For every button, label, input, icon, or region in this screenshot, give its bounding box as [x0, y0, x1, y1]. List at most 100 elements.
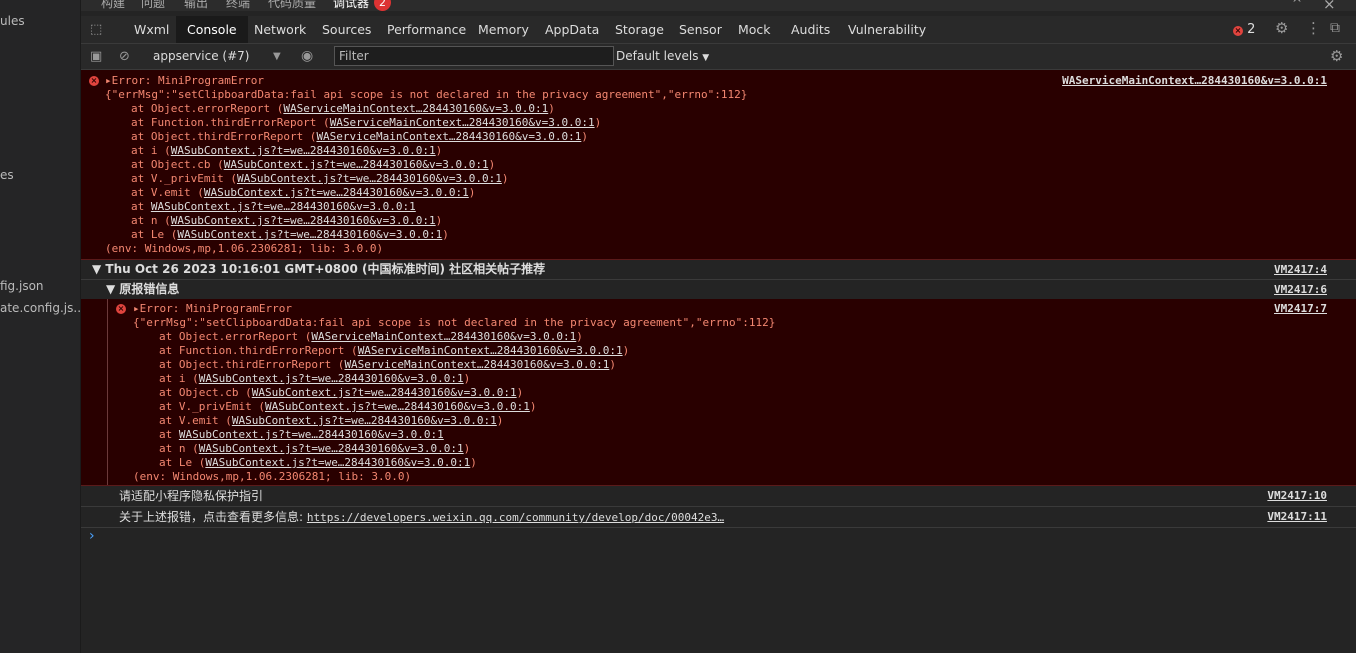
- stack-frame-link[interactable]: WASubContext.js?t=we…284430160&v=3.0.0:1: [199, 442, 464, 455]
- chevron-down-icon[interactable]: ▼: [273, 44, 281, 69]
- stack-frame-function: at Function.thirdErrorReport (: [131, 116, 330, 129]
- error-title[interactable]: ▸Error: MiniProgramError: [105, 74, 264, 88]
- devtools-tabbar: ⬚ Wxml Console Network Sources Performan…: [81, 16, 1356, 44]
- stack-frame: at Object.errorReport (WAServiceMainCont…: [131, 102, 555, 116]
- error-title[interactable]: ▸Error: MiniProgramError: [133, 302, 292, 316]
- stack-frame-link[interactable]: WASubContext.js?t=we…284430160&v=3.0.0:1: [177, 228, 442, 241]
- stack-frame: at Le (WASubContext.js?t=we…284430160&v=…: [131, 228, 449, 242]
- eye-icon[interactable]: ◉: [301, 44, 313, 69]
- stack-frame-link[interactable]: WAServiceMainContext…284430160&v=3.0.0:1: [283, 102, 548, 115]
- levels-select[interactable]: Default levels ▼: [616, 44, 709, 71]
- stack-frame-link[interactable]: WAServiceMainContext…284430160&v=3.0.0:1: [311, 330, 576, 343]
- tab-console[interactable]: Console: [176, 16, 248, 43]
- file-item[interactable]: ules: [0, 14, 25, 28]
- tab-memory[interactable]: Memory: [467, 16, 540, 43]
- stack-frame-end: ): [488, 158, 496, 171]
- stack-frame-link[interactable]: WASubContext.js?t=we…284430160&v=3.0.0:1: [179, 428, 444, 441]
- inspect-element-icon[interactable]: ⬚: [90, 16, 102, 43]
- tab-vulnerability[interactable]: Vulnerability: [837, 16, 937, 43]
- triangle-down-icon: ▼: [92, 262, 102, 276]
- clear-console-icon[interactable]: ⊘: [119, 44, 130, 69]
- console-settings-icon[interactable]: ⚙: [1330, 44, 1343, 69]
- error-icon: ×: [1233, 26, 1243, 36]
- file-item[interactable]: es: [0, 168, 14, 182]
- stack-frame-function: at V.emit (: [159, 414, 232, 427]
- tab-problems[interactable]: 问题: [141, 0, 165, 11]
- stack-frame-function: at V.emit (: [131, 186, 204, 199]
- source-link[interactable]: VM2417:4: [1274, 260, 1327, 279]
- stack-frame-function: at Object.errorReport (: [131, 102, 284, 115]
- stack-frame: at V._privEmit (WASubContext.js?t=we…284…: [159, 400, 537, 414]
- tab-performance[interactable]: Performance: [376, 16, 477, 43]
- filter-input[interactable]: [334, 46, 614, 66]
- stack-frame-link[interactable]: WAServiceMainContext…284430160&v=3.0.0:1: [358, 344, 623, 357]
- stack-frame-link[interactable]: WASubContext.js?t=we…284430160&v=3.0.0:1: [232, 414, 497, 427]
- source-link[interactable]: VM2417:10: [1267, 486, 1327, 506]
- stack-frame-link[interactable]: WASubContext.js?t=we…284430160&v=3.0.0:1: [171, 144, 436, 157]
- stack-frame-end: ): [594, 116, 602, 129]
- group-header[interactable]: ▼ 原报错信息 VM2417:6: [81, 280, 1356, 300]
- sidebar-toggle-icon[interactable]: ▣: [90, 44, 102, 69]
- gear-icon[interactable]: ⚙: [1275, 16, 1288, 41]
- tab-appdata[interactable]: AppData: [534, 16, 610, 43]
- stack-frame-link[interactable]: WAServiceMainContext…284430160&v=3.0.0:1: [316, 130, 581, 143]
- dock-icon[interactable]: ⧉: [1330, 16, 1340, 41]
- tab-sensor[interactable]: Sensor: [668, 16, 733, 43]
- log-message: 关于上述报错，点击查看更多信息: https://developers.weix…: [81, 507, 1356, 528]
- stack-frame-link[interactable]: WASubContext.js?t=we…284430160&v=3.0.0:1: [199, 372, 464, 385]
- stack-frame-link[interactable]: WAServiceMainContext…284430160&v=3.0.0:1: [344, 358, 609, 371]
- stack-frame-function: at Function.thirdErrorReport (: [159, 344, 358, 357]
- group-indent-line: [107, 299, 108, 485]
- tab-audits[interactable]: Audits: [780, 16, 841, 43]
- stack-frame: at Function.thirdErrorReport (WAServiceM…: [131, 116, 601, 130]
- docs-link[interactable]: https://developers.weixin.qq.com/communi…: [307, 511, 724, 524]
- stack-frame-link[interactable]: WASubContext.js?t=we…284430160&v=3.0.0:1: [171, 214, 436, 227]
- more-icon[interactable]: ⋮: [1306, 16, 1321, 41]
- source-link[interactable]: WAServiceMainContext…284430160&v=3.0.0:1: [1062, 74, 1327, 87]
- context-select[interactable]: appservice (#7): [153, 44, 249, 69]
- tab-mock[interactable]: Mock: [727, 16, 782, 43]
- stack-frame-function: at V._privEmit (: [131, 172, 237, 185]
- stack-frame-function: at V._privEmit (: [159, 400, 265, 413]
- tab-output[interactable]: 输出: [184, 0, 208, 11]
- minimize-icon[interactable]: ^: [1292, 0, 1302, 10]
- stack-frame-end: ): [463, 442, 471, 455]
- stack-frame: at Object.errorReport (WAServiceMainCont…: [159, 330, 583, 344]
- stack-frame-end: ): [468, 186, 476, 199]
- stack-frame-link[interactable]: WASubContext.js?t=we…284430160&v=3.0.0:1: [252, 386, 517, 399]
- tab-debugger[interactable]: 调试器: [333, 0, 369, 11]
- source-link[interactable]: VM2417:6: [1274, 280, 1327, 299]
- tab-terminal[interactable]: 终端: [226, 0, 250, 11]
- stack-frame: at i (WASubContext.js?t=we…284430160&v=3…: [131, 144, 442, 158]
- stack-frame-link[interactable]: WASubContext.js?t=we…284430160&v=3.0.0:1: [204, 186, 469, 199]
- stack-frame-end: ): [581, 130, 588, 143]
- tab-network[interactable]: Network: [243, 16, 317, 43]
- stack-frame-link[interactable]: WASubContext.js?t=we…284430160&v=3.0.0:1: [205, 456, 470, 469]
- stack-frame-link[interactable]: WASubContext.js?t=we…284430160&v=3.0.0:1: [224, 158, 489, 171]
- stack-frame-end: ): [501, 172, 509, 185]
- console-prompt[interactable]: ›: [89, 528, 95, 544]
- close-icon[interactable]: ×: [1323, 0, 1336, 11]
- stack-frame-function: at Le (: [159, 456, 206, 469]
- env-info: (env: Windows,mp,1.06.2306281; lib: 3.0.…: [133, 470, 412, 483]
- tab-wxml[interactable]: Wxml: [123, 16, 180, 43]
- tab-build[interactable]: 构建: [101, 0, 125, 11]
- file-item[interactable]: ate.config.js...: [0, 301, 80, 315]
- error-message: × ▸Error: MiniProgramError VM2417:7 {"er…: [81, 299, 1356, 486]
- tab-code-quality[interactable]: 代码质量: [268, 0, 316, 11]
- error-count[interactable]: × 2: [1233, 17, 1255, 42]
- source-link[interactable]: VM2417:7: [1274, 302, 1327, 315]
- error-icon: ×: [116, 304, 126, 314]
- stack-frame: at Object.cb (WASubContext.js?t=we…28443…: [159, 386, 523, 400]
- stack-frame-link[interactable]: WASubContext.js?t=we…284430160&v=3.0.0:1: [237, 172, 502, 185]
- stack-frame-end: ): [548, 102, 555, 115]
- tab-storage[interactable]: Storage: [604, 16, 675, 43]
- file-item[interactable]: fig.json: [0, 279, 44, 293]
- stack-frame-link[interactable]: WAServiceMainContext…284430160&v=3.0.0:1: [330, 116, 595, 129]
- group-header[interactable]: ▼ Thu Oct 26 2023 10:16:01 GMT+0800 (中国标…: [81, 260, 1356, 280]
- stack-frame-end: ): [463, 372, 471, 385]
- stack-frame-link[interactable]: WASubContext.js?t=we…284430160&v=3.0.0:1: [265, 400, 530, 413]
- source-link[interactable]: VM2417:11: [1267, 507, 1327, 527]
- stack-frame-link[interactable]: WASubContext.js?t=we…284430160&v=3.0.0:1: [151, 200, 416, 213]
- tab-sources[interactable]: Sources: [311, 16, 382, 43]
